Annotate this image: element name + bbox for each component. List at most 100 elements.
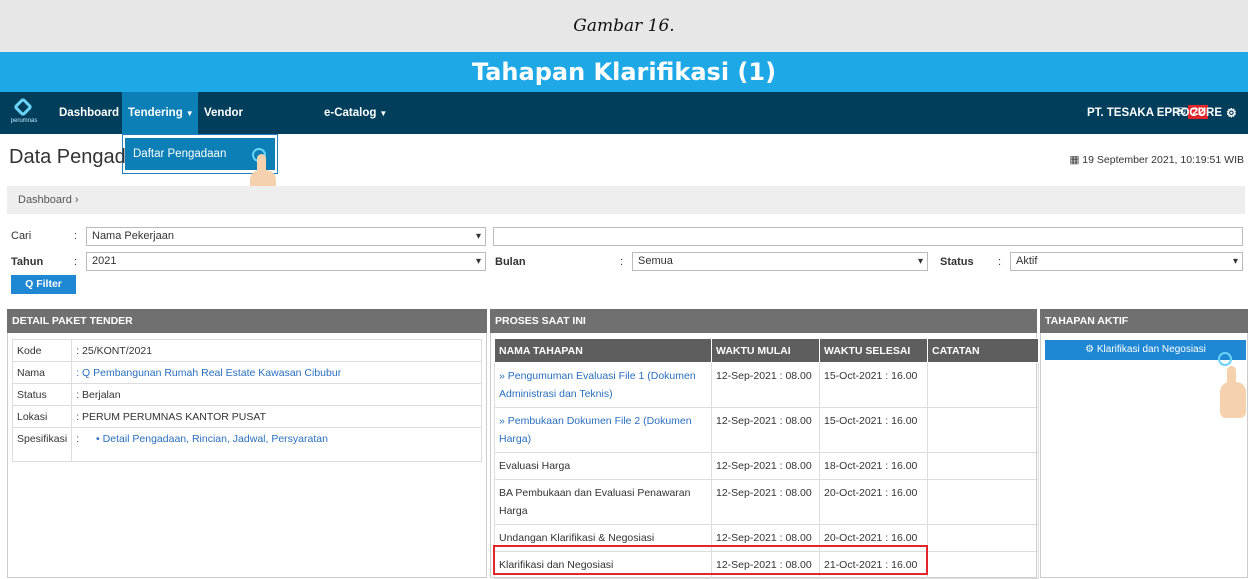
klarifikasi-negosiasi-button[interactable]: ⚙ Klarifikasi dan Negosiasi	[1045, 340, 1246, 360]
detail-heading: DETAIL PAKET TENDER	[7, 309, 487, 333]
table-row: BA Pembukaan dan Evaluasi Penawaran Harg…	[494, 479, 1039, 525]
waktu-mulai: 12-Sep-2021 : 08.00	[711, 479, 820, 525]
col-waktu-mulai: WAKTU MULAI	[711, 338, 820, 363]
select-chevron-icon: ▾	[1232, 256, 1238, 267]
detail-row: Lokasi: PERUM PERUMNAS KANTOR PUSAT	[11, 405, 482, 428]
status-select-value: Aktif	[1016, 255, 1038, 267]
cogs-icon: ⚙	[1085, 344, 1097, 355]
proses-table: NAMA TAHAPAN WAKTU MULAI WAKTU SELESAI C…	[494, 338, 1039, 579]
tahapan-panel	[1040, 333, 1248, 578]
detail-value: : • Detail Pengadaan, Rincian, Jadwal, P…	[71, 427, 482, 462]
nav-ecatalog-label: e-Catalog	[324, 107, 377, 119]
waktu-selesai: 15-Oct-2021 : 16.00	[819, 362, 928, 408]
logo-mark-icon	[13, 97, 33, 117]
waktu-mulai: 12-Sep-2021 : 08.00	[711, 407, 820, 453]
colon: :	[74, 256, 78, 268]
figure-caption: Gambar 16.	[0, 0, 1248, 52]
logo-text: perumnas	[10, 118, 38, 124]
select-chevron-icon: ▾	[475, 256, 481, 267]
breadcrumb-dashboard[interactable]: Dashboard ›	[18, 194, 79, 206]
caret-down-icon: ▼	[379, 109, 388, 118]
cari-label: Cari	[11, 230, 32, 242]
col-catatan: CATATAN	[927, 338, 1039, 363]
company-menu[interactable]: PT. TESAKA EPROCURE	[1087, 92, 1222, 134]
bulan-select[interactable]: Semua ▾	[632, 252, 928, 271]
tahun-select[interactable]: 2021 ▾	[86, 252, 486, 271]
breadcrumb[interactable]: Dashboard ›	[7, 186, 1245, 214]
waktu-selesai: 20-Oct-2021 : 16.00	[819, 479, 928, 525]
nav-tendering[interactable]: Tendering ▼	[122, 92, 198, 134]
tahapan-name: Evaluasi Harga	[494, 452, 712, 480]
pointer-hand-icon	[1220, 366, 1246, 418]
status-select[interactable]: Aktif ▾	[1010, 252, 1243, 271]
catatan	[927, 479, 1039, 525]
klarifikasi-button-label: Klarifikasi dan Negosiasi	[1096, 344, 1206, 355]
detail-name-link[interactable]: : Q Pembangunan Rumah Real Estate Kawasa…	[71, 361, 482, 384]
detail-panel: Kode: 25/KONT/2021 Nama: Q Pembangunan R…	[7, 333, 487, 578]
spec-link[interactable]: • Detail Pengadaan, Rincian, Jadwal, Per…	[96, 433, 328, 445]
search-input[interactable]	[493, 227, 1243, 246]
detail-value: : PERUM PERUMNAS KANTOR PUSAT	[71, 405, 482, 428]
detail-key: Kode	[11, 339, 73, 362]
waktu-selesai: 18-Oct-2021 : 16.00	[819, 452, 928, 480]
tahapan-heading: TAHAPAN AKTIF	[1040, 309, 1248, 333]
table-row: Evaluasi Harga 12-Sep-2021 : 08.00 18-Oct-…	[494, 452, 1039, 480]
tahapan-link[interactable]: » Pembukaan Dokumen File 2 (Dokumen Harg…	[494, 407, 712, 453]
select-chevron-icon: ▾	[917, 256, 923, 267]
catatan	[927, 407, 1039, 453]
bulan-select-value: Semua	[638, 255, 673, 267]
table-row: » Pembukaan Dokumen File 2 (Dokumen Harg…	[494, 407, 1039, 453]
catatan	[927, 452, 1039, 480]
highlight-box	[493, 545, 928, 575]
detail-key: Spesifikasi	[11, 427, 73, 462]
perumnas-logo[interactable]: perumnas	[6, 97, 42, 128]
waktu-mulai: 12-Sep-2021 : 08.00	[711, 362, 820, 408]
nav-vendor-management[interactable]: Vendor Management▼	[204, 92, 320, 161]
detail-row: Nama: Q Pembangunan Rumah Real Estate Ka…	[11, 361, 482, 384]
detail-row: Kode: 25/KONT/2021	[11, 339, 482, 362]
dropdown-item-daftar-pengadaan[interactable]: Daftar Pengadaan	[125, 138, 275, 170]
current-datetime: ▦ 19 September 2021, 10:19:51 WIB	[1069, 154, 1244, 166]
detail-row: Spesifikasi: • Detail Pengadaan, Rincian…	[11, 427, 482, 462]
caret-down-icon: ▼	[277, 151, 286, 160]
detail-row: Status: Berjalan	[11, 383, 482, 406]
detail-key: Status	[11, 383, 73, 406]
detail-key: Nama	[11, 361, 73, 384]
col-nama-tahapan: NAMA TAHAPAN	[494, 338, 712, 363]
nav-tendering-label: Tendering	[128, 107, 183, 119]
caret-down-icon: ▼	[185, 109, 194, 118]
page-title: Data Pengad	[9, 146, 126, 168]
colon: :	[620, 256, 624, 268]
proses-header-row: NAMA TAHAPAN WAKTU MULAI WAKTU SELESAI C…	[494, 338, 1039, 363]
nav-e-catalog[interactable]: e-Catalog ▼	[324, 92, 398, 134]
datetime-text: 19 September 2021, 10:19:51 WIB	[1082, 154, 1244, 166]
waktu-selesai: 15-Oct-2021 : 16.00	[819, 407, 928, 453]
tendering-dropdown: Daftar Pengadaan	[122, 134, 278, 174]
click-indicator-icon	[1218, 352, 1232, 366]
detail-value: : Berjalan	[71, 383, 482, 406]
user-gear-icon[interactable]: ⚙	[1226, 92, 1237, 134]
spec-colon: :	[76, 433, 80, 445]
catatan	[927, 551, 1039, 579]
figure-title: Tahapan Klarifikasi (1)	[0, 52, 1248, 92]
detail-value: : 25/KONT/2021	[71, 339, 482, 362]
catatan	[927, 362, 1039, 408]
status-label: Status	[940, 256, 974, 268]
select-chevron-icon: ▾	[475, 231, 481, 242]
nav-dashboard[interactable]: Dashboard	[52, 92, 122, 134]
dropdown-item-label: Daftar Pengadaan	[133, 148, 227, 160]
detail-key: Lokasi	[11, 405, 73, 428]
proses-panel: NAMA TAHAPAN WAKTU MULAI WAKTU SELESAI C…	[490, 333, 1039, 579]
calendar-icon: ▦	[1069, 154, 1083, 166]
catatan	[927, 524, 1039, 552]
top-navbar: perumnas Dashboard Tendering▼ Vendor Man…	[0, 92, 1248, 161]
table-row: » Pengumuman Evaluasi File 1 (Dokumen Ad…	[494, 362, 1039, 408]
cari-select[interactable]: Nama Pekerjaan ▾	[86, 227, 486, 246]
bulan-label: Bulan	[495, 256, 526, 268]
col-waktu-selesai: WAKTU SELESAI	[819, 338, 928, 363]
tahapan-link[interactable]: » Pengumuman Evaluasi File 1 (Dokumen Ad…	[494, 362, 712, 408]
tahun-label: Tahun	[11, 256, 44, 268]
colon: :	[998, 256, 1002, 268]
colon: :	[74, 230, 78, 242]
filter-button[interactable]: Q Filter	[11, 275, 76, 294]
